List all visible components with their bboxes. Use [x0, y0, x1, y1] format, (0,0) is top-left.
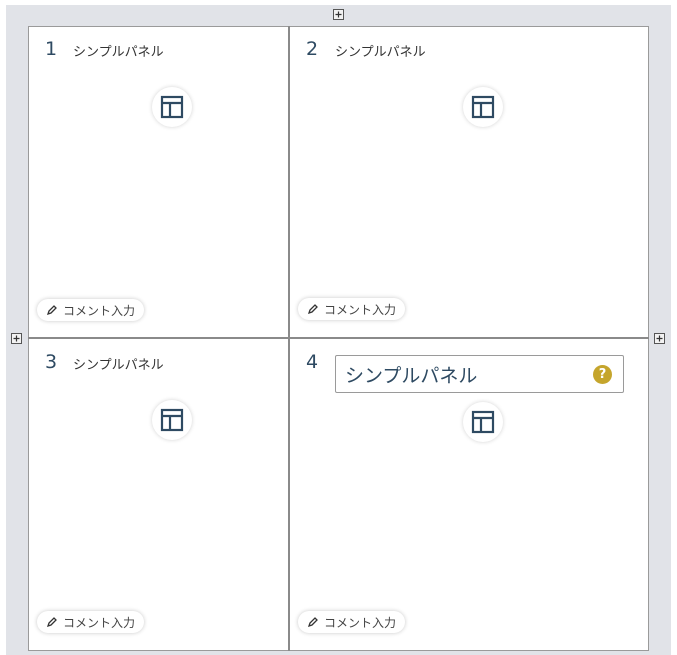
- comment-input-button[interactable]: コメント入力: [37, 299, 145, 321]
- plus-icon: [13, 335, 20, 342]
- panel-number: 4: [306, 351, 319, 373]
- comment-label: コメント入力: [324, 302, 397, 317]
- layout-icon[interactable]: [463, 402, 503, 442]
- add-column-right-button[interactable]: [654, 333, 665, 344]
- panel-number: 2: [306, 38, 319, 60]
- comment-input-button[interactable]: コメント入力: [37, 611, 145, 633]
- plus-icon: [656, 335, 663, 342]
- layout-icon[interactable]: [152, 87, 192, 127]
- layout-icon[interactable]: [463, 87, 503, 127]
- add-column-left-button[interactable]: [11, 333, 22, 344]
- panel-title[interactable]: シンプルパネル: [335, 41, 426, 60]
- pencil-icon: [46, 305, 57, 316]
- panel-title-input[interactable]: シンプルパネル: [335, 355, 624, 393]
- add-row-top-button[interactable]: [333, 9, 344, 20]
- layout-icon[interactable]: [152, 400, 192, 440]
- pencil-icon: [46, 617, 57, 628]
- panel-title-value: シンプルパネル: [345, 364, 478, 387]
- plus-icon: [335, 11, 342, 18]
- panel-number: 3: [45, 351, 58, 373]
- help-icon[interactable]: ?: [593, 365, 612, 384]
- panel-number: 1: [45, 38, 58, 60]
- pencil-icon: [307, 617, 318, 628]
- pencil-icon: [307, 304, 318, 315]
- row-divider[interactable]: [28, 337, 649, 339]
- comment-label: コメント入力: [63, 615, 136, 630]
- help-icon-glyph: ?: [598, 367, 607, 382]
- panel-title[interactable]: シンプルパネル: [73, 354, 164, 373]
- panel-title[interactable]: シンプルパネル: [73, 41, 164, 60]
- comment-input-button[interactable]: コメント入力: [298, 611, 406, 633]
- comment-label: コメント入力: [63, 303, 136, 318]
- comment-input-button[interactable]: コメント入力: [298, 298, 406, 320]
- comment-label: コメント入力: [324, 615, 397, 630]
